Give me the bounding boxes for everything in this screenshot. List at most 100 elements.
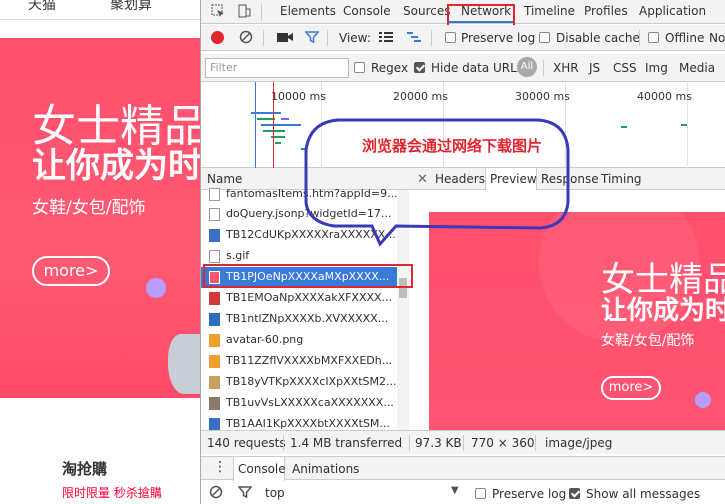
- preview-more-button: more>: [601, 376, 661, 400]
- annotation-text: 浏览器会通过网络下载图片: [362, 137, 543, 155]
- preserve-log-checkbox[interactable]: [445, 32, 456, 43]
- document-icon: [209, 188, 220, 201]
- request-name: TB1ntlZNpXXXXb.XVXXXXX...: [226, 312, 389, 325]
- script-icon: [209, 208, 220, 221]
- selected-request-highlight-box: [203, 264, 413, 288]
- clear-console-icon[interactable]: [209, 485, 223, 502]
- promo-banner[interactable]: 女士精品 让你成为时 女鞋/女包/配饰 more>: [0, 38, 200, 398]
- request-count: 140 requests: [207, 436, 286, 450]
- context-select[interactable]: top: [265, 486, 285, 500]
- offline-checkbox[interactable]: [648, 32, 659, 43]
- image-icon: [209, 397, 220, 410]
- resource-size: 97.3 KB: [415, 436, 462, 450]
- divider: [283, 435, 284, 451]
- drawer-tab-bar: ⋮ Console Animations: [201, 456, 725, 481]
- image-icon: [209, 229, 220, 242]
- request-name: TB1uvVsLXXXXXcaXXXXXXX...: [226, 396, 394, 409]
- request-name: TB1EMOaNpXXXXakXFXXXX...: [226, 291, 393, 304]
- device-mode-icon[interactable]: [237, 4, 251, 21]
- regex-checkbox[interactable]: [354, 62, 365, 73]
- network-toolbar: View: Preserve log Disable cache Offline…: [201, 25, 725, 51]
- image-icon: [209, 418, 220, 430]
- tab-console[interactable]: Console: [343, 4, 391, 18]
- filter-icon[interactable]: [304, 30, 320, 47]
- divider: [543, 60, 544, 76]
- preview-headline: 让你成为时: [601, 296, 725, 326]
- banner-more-button[interactable]: more>: [32, 256, 110, 286]
- large-rows-icon[interactable]: [379, 31, 393, 46]
- banner-headline: 让你成为时: [32, 146, 200, 186]
- transferred-size: 1.4 MB transferred: [290, 436, 403, 450]
- request-bar: [275, 142, 281, 144]
- tab-elements[interactable]: Elements: [280, 4, 336, 18]
- request-bar: [281, 118, 289, 120]
- annotation-callout: [304, 118, 570, 247]
- divider: [327, 30, 328, 46]
- nav-item-juhuasuan[interactable]: 聚划算: [110, 0, 152, 14]
- throttling-select[interactable]: No: [709, 31, 725, 45]
- request-row[interactable]: TB18yVTKpXXXXcIXpXXtSM2...: [201, 372, 397, 393]
- tab-timing[interactable]: Timing: [601, 172, 642, 186]
- context-dropdown-icon[interactable]: ▼: [451, 485, 459, 496]
- request-row[interactable]: TB1EMOaNpXXXXakXFXXXX...: [201, 288, 397, 309]
- drawer-tab-animations[interactable]: Animations: [292, 462, 359, 476]
- tab-sources[interactable]: Sources: [403, 4, 450, 18]
- image-icon: [209, 313, 220, 326]
- hide-data-urls-checkbox[interactable]: [414, 62, 425, 73]
- request-row[interactable]: TB1ntlZNpXXXXb.XVXXXXX...: [201, 309, 397, 330]
- filter-bar: Filter Regex Hide data URLs All XHR JS C…: [201, 54, 725, 82]
- section-subtitle: 限时限量 秒杀搶購: [62, 486, 162, 500]
- disable-cache-label: Disable cache: [556, 31, 640, 45]
- website-panel: 天猫 聚划算 女士精品 让你成为时 女鞋/女包/配饰 more> 淘抢購 限时限…: [0, 0, 200, 504]
- request-row[interactable]: TB1uvVsLXXXXXcaXXXXXXX...: [201, 393, 397, 414]
- tab-profiles[interactable]: Profiles: [584, 4, 628, 18]
- request-row[interactable]: avatar-60.png: [201, 330, 397, 351]
- preview-subtitle: 女鞋/女包/配饰: [601, 333, 695, 349]
- console-preserve-log-checkbox[interactable]: [475, 488, 486, 499]
- overview-icon[interactable]: [407, 31, 421, 46]
- request-name: avatar-60.png: [226, 333, 304, 346]
- offline-label: Offline: [665, 31, 705, 45]
- section-title[interactable]: 淘抢購: [62, 458, 107, 479]
- console-preserve-log-label: Preserve log: [492, 487, 567, 501]
- decor-shape: [168, 334, 200, 394]
- tab-timeline[interactable]: Timeline: [524, 4, 575, 18]
- record-icon[interactable]: [211, 31, 224, 44]
- disable-cache-checkbox[interactable]: [539, 32, 550, 43]
- site-top-nav: 天猫 聚划算: [0, 0, 200, 20]
- tab-application[interactable]: Application: [639, 4, 706, 18]
- divider: [431, 30, 432, 46]
- drawer-tab-console[interactable]: Console: [238, 462, 286, 476]
- type-filter-img[interactable]: Img: [645, 61, 668, 75]
- show-all-messages-checkbox[interactable]: [569, 488, 580, 499]
- type-filter-js[interactable]: JS: [589, 61, 600, 75]
- drawer-menu-icon[interactable]: ⋮: [213, 459, 227, 475]
- request-bar: [261, 124, 301, 126]
- time-label: 10000 ms: [271, 90, 326, 103]
- type-filter-css[interactable]: CSS: [613, 61, 637, 75]
- request-row[interactable]: TB11ZZflVXXXXbMXFXXEDh...: [201, 351, 397, 372]
- hide-data-urls-label: Hide data URLs: [431, 61, 524, 75]
- devtools-tab-bar: Elements Console Sources Network Timelin…: [201, 0, 725, 30]
- request-row[interactable]: TB1AAI1KpXXXXbtXXXXtSM...: [201, 414, 397, 430]
- dom-content-loaded-line: [255, 82, 256, 168]
- decor-dot: [146, 278, 166, 298]
- divider: [463, 435, 464, 451]
- capture-screenshots-icon[interactable]: [277, 31, 293, 46]
- type-filter-media[interactable]: Media: [679, 61, 715, 75]
- view-label: View:: [339, 31, 371, 45]
- console-filter-icon[interactable]: [237, 485, 253, 502]
- inspect-icon[interactable]: [211, 4, 225, 21]
- banner-subtitle: 女鞋/女包/配饰: [32, 198, 146, 218]
- nav-item-tmall[interactable]: 天猫: [28, 0, 56, 14]
- clear-icon[interactable]: [239, 30, 253, 47]
- type-filter-xhr[interactable]: XHR: [553, 61, 579, 75]
- devtools-panel: Elements Console Sources Network Timelin…: [200, 0, 725, 504]
- divider: [535, 435, 536, 451]
- filter-input[interactable]: Filter: [205, 58, 349, 78]
- gif-icon: [209, 250, 220, 263]
- image-icon: [209, 355, 220, 368]
- request-name: s.gif: [226, 249, 250, 262]
- decor-dot: [695, 392, 711, 408]
- type-filter-all[interactable]: All: [517, 57, 537, 77]
